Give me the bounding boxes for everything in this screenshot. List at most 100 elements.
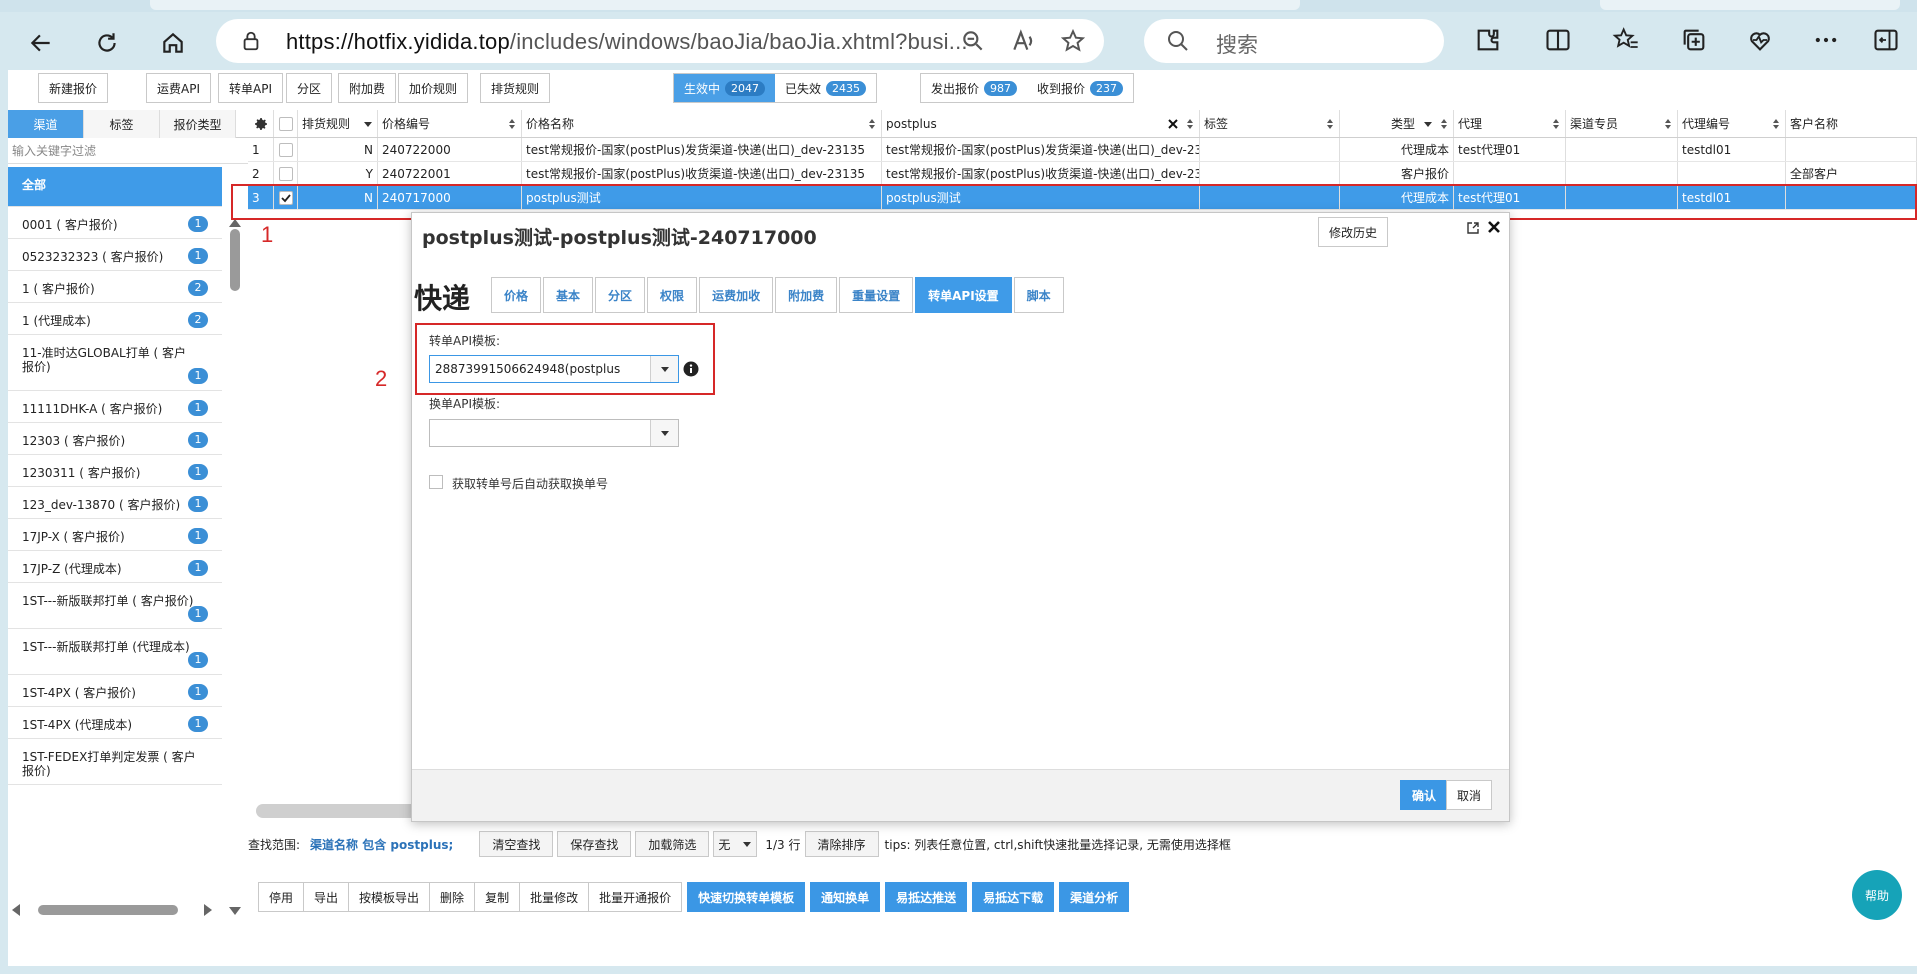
sidebar-toggle-icon[interactable] bbox=[1872, 26, 1902, 56]
tab-freight-surcharge[interactable]: 运费加收 bbox=[699, 277, 774, 313]
channel-item[interactable]: 1230311 ( 客户报价) 1 bbox=[8, 455, 222, 487]
col-price-name[interactable]: 价格名称 bbox=[522, 110, 882, 137]
copy-button[interactable]: 复制 bbox=[474, 882, 521, 912]
browser-tab[interactable] bbox=[1600, 0, 1900, 10]
col-channel-manager[interactable]: 渠道专员 bbox=[1566, 110, 1678, 137]
close-icon[interactable] bbox=[1486, 219, 1502, 235]
tab-partition[interactable]: 分区 bbox=[595, 277, 646, 313]
channel-list-hscrollbar[interactable] bbox=[8, 900, 234, 920]
freight-api-button[interactable]: 运费API bbox=[146, 73, 211, 103]
received-quotes-pill[interactable]: 收到报价 237 bbox=[1027, 74, 1133, 102]
status-active-pill[interactable]: 生效中 2047 bbox=[674, 74, 776, 102]
notify-exchange-button[interactable]: 通知换单 bbox=[810, 882, 881, 912]
browser-essentials-icon[interactable] bbox=[1746, 26, 1776, 56]
sent-quotes-pill[interactable]: 发出报价 987 bbox=[921, 74, 1027, 102]
channel-item[interactable]: 17JP-X ( 客户报价) 1 bbox=[8, 519, 222, 551]
sort-icon[interactable] bbox=[1185, 118, 1195, 130]
row-checkbox[interactable] bbox=[278, 142, 293, 157]
help-button[interactable]: 帮助 bbox=[1852, 870, 1902, 920]
channel-item[interactable]: 17JP-Z (代理成本) 1 bbox=[8, 551, 222, 583]
new-quote-button[interactable]: 新建报价 bbox=[38, 73, 109, 103]
tab-basic[interactable]: 基本 bbox=[543, 277, 594, 313]
col-type[interactable]: 类型 bbox=[1340, 110, 1454, 137]
clear-filter-icon[interactable] bbox=[1167, 118, 1179, 130]
refresh-icon[interactable] bbox=[90, 26, 124, 60]
exchange-api-dropdown[interactable] bbox=[650, 420, 678, 446]
yidida-push-button[interactable]: 易抵达推送 bbox=[885, 882, 968, 912]
exchange-api-select[interactable] bbox=[429, 419, 679, 447]
export-button[interactable]: 导出 bbox=[303, 882, 350, 912]
channel-item[interactable]: 123_dev-13870 ( 客户报价) 1 bbox=[8, 487, 222, 519]
tab-quote-type[interactable]: 报价类型 bbox=[160, 110, 236, 138]
batch-edit-button[interactable]: 批量修改 bbox=[519, 882, 590, 912]
confirm-button[interactable]: 确认 bbox=[1400, 780, 1449, 810]
channel-item[interactable]: 1ST-4PX (代理成本) 1 bbox=[8, 707, 222, 739]
tab-script[interactable]: 脚本 bbox=[1013, 277, 1064, 313]
favorite-star-icon[interactable] bbox=[1060, 28, 1086, 54]
load-filter-button[interactable]: 加载筛选 bbox=[635, 831, 710, 857]
tab-transfer-api-settings[interactable]: 转单API设置 bbox=[915, 277, 1012, 313]
favorites-icon[interactable] bbox=[1612, 26, 1642, 56]
transfer-api-select[interactable]: 28873991506624948(postplus bbox=[429, 355, 679, 383]
channel-item[interactable]: 11-准时达GLOBAL打单 ( 客户报价) 1 bbox=[8, 335, 222, 391]
channel-item[interactable]: 1 ( 客户报价) 2 bbox=[8, 271, 222, 303]
grid-hscrollbar[interactable] bbox=[256, 804, 426, 818]
browser-search-box[interactable]: 搜索 bbox=[1144, 19, 1444, 63]
surcharge-button[interactable]: 附加费 bbox=[338, 73, 397, 103]
sort-icon[interactable] bbox=[1551, 118, 1561, 130]
read-aloud-icon[interactable] bbox=[1010, 28, 1036, 54]
caret-down-icon[interactable] bbox=[1423, 118, 1433, 130]
channel-item-all[interactable]: 全部 bbox=[8, 167, 222, 207]
home-icon[interactable] bbox=[156, 26, 190, 60]
tab-weight-settings[interactable]: 重量设置 bbox=[839, 277, 914, 313]
grid-settings[interactable] bbox=[248, 110, 274, 137]
row-checkbox[interactable] bbox=[278, 190, 293, 205]
disable-button[interactable]: 停用 bbox=[258, 882, 305, 912]
zoom-icon[interactable] bbox=[960, 28, 986, 54]
sort-icon[interactable] bbox=[867, 118, 877, 130]
col-postplus-filter[interactable]: postplus bbox=[882, 110, 1200, 137]
extensions-icon[interactable] bbox=[1474, 26, 1504, 56]
transfer-api-dropdown[interactable] bbox=[650, 356, 678, 382]
cancel-button[interactable]: 取消 bbox=[1446, 780, 1493, 810]
col-tag[interactable]: 标签 bbox=[1200, 110, 1340, 137]
batch-open-quote-button[interactable]: 批量开通报价 bbox=[588, 882, 683, 912]
filter-select[interactable]: 无 bbox=[713, 831, 758, 857]
lock-icon[interactable] bbox=[240, 30, 262, 52]
sort-icon[interactable] bbox=[507, 118, 517, 130]
expand-icon[interactable] bbox=[1466, 221, 1480, 235]
channel-item[interactable]: 12303 ( 客户报价) 1 bbox=[8, 423, 222, 455]
sort-icon[interactable] bbox=[1439, 118, 1449, 130]
clear-sort-button[interactable]: 清除排序 bbox=[804, 831, 879, 857]
sort-icon[interactable] bbox=[1663, 118, 1673, 130]
channel-item[interactable]: 0001 ( 客户报价) 1 bbox=[8, 207, 222, 239]
table-row[interactable]: 3 N 240717000 postplus测试 postplus测试 代理成本 test代… bbox=[248, 186, 1917, 210]
clear-search-button[interactable]: 清空查找 bbox=[479, 831, 554, 857]
allocation-rule-button[interactable]: 排货规则 bbox=[480, 73, 551, 103]
yidida-download-button[interactable]: 易抵达下载 bbox=[972, 882, 1055, 912]
col-customer-name[interactable]: 客户名称 bbox=[1786, 110, 1917, 137]
auto-exchange-checkbox[interactable] bbox=[429, 475, 443, 489]
table-row[interactable]: 2 Y 240722001 test常规报价-国家(postPlus)收货渠道-快递(… bbox=[248, 162, 1917, 186]
tab-price[interactable]: 价格 bbox=[491, 277, 542, 313]
status-expired-pill[interactable]: 已失效 2435 bbox=[775, 74, 876, 102]
channel-item[interactable]: 1ST-4PX ( 客户报价) 1 bbox=[8, 675, 222, 707]
col-agent[interactable]: 代理 bbox=[1454, 110, 1566, 137]
transfer-api-button[interactable]: 转单API bbox=[218, 73, 283, 103]
split-screen-icon[interactable] bbox=[1544, 26, 1574, 56]
channel-item[interactable]: 1 (代理成本) 2 bbox=[8, 303, 222, 335]
delete-button[interactable]: 删除 bbox=[429, 882, 476, 912]
quick-switch-template-button[interactable]: 快速切换转单模板 bbox=[687, 882, 806, 912]
channel-item[interactable]: 1ST---新版联邦打单 ( 客户报价) 1 bbox=[8, 583, 222, 629]
channel-item[interactable]: 1ST---新版联邦打单 (代理成本) 1 bbox=[8, 629, 222, 675]
modify-history-button[interactable]: 修改历史 bbox=[1318, 217, 1389, 247]
grid-select-all[interactable] bbox=[274, 110, 298, 137]
browser-tab[interactable] bbox=[150, 0, 1300, 10]
address-bar[interactable]: https://hotfix.yidida.top/includes/windo… bbox=[216, 19, 1104, 63]
col-price-code[interactable]: 价格编号 bbox=[378, 110, 522, 137]
channel-analysis-button[interactable]: 渠道分析 bbox=[1059, 882, 1130, 912]
tab-surcharge[interactable]: 附加费 bbox=[775, 277, 838, 313]
channel-item[interactable]: 0523232323 ( 客户报价) 1 bbox=[8, 239, 222, 271]
tab-tag[interactable]: 标签 bbox=[84, 110, 160, 138]
info-icon[interactable] bbox=[683, 361, 699, 377]
